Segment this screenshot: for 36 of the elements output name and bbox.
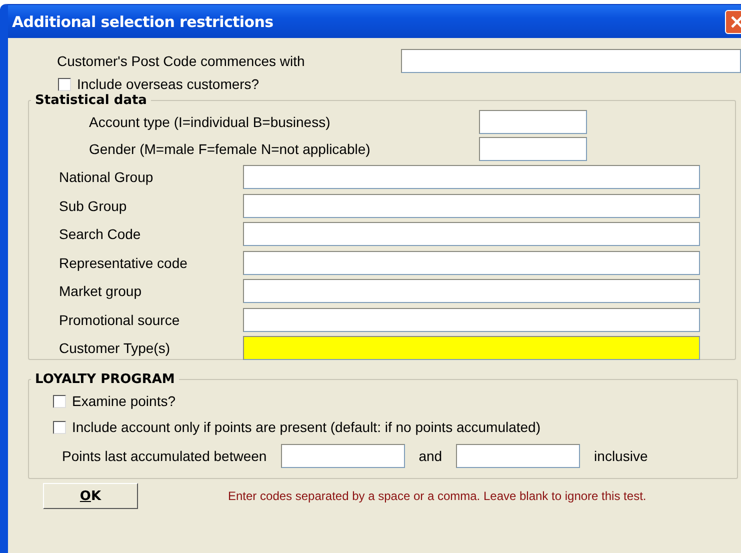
- field-label: Representative code: [59, 254, 188, 270]
- field-label: National Group: [59, 169, 154, 185]
- checkbox-label: Examine points?: [72, 393, 176, 409]
- input-field[interactable]: [401, 49, 741, 73]
- input-field[interactable]: [243, 279, 700, 303]
- field-label: Sub Group: [59, 198, 128, 214]
- input-field[interactable]: [479, 137, 587, 161]
- group-title: Statistical data: [34, 93, 148, 108]
- input-field[interactable]: [243, 165, 700, 189]
- close-icon: [730, 14, 741, 28]
- ok-button[interactable]: OK: [43, 483, 138, 509]
- window-title: Additional selection restrictions: [12, 12, 274, 30]
- hint-text: Enter codes separated by a space or a comma. Leave blank to ignore this test.: [228, 489, 646, 503]
- field-label: Customer Type(s): [59, 340, 171, 356]
- field-label: inclusive: [594, 448, 648, 464]
- checkbox-box[interactable]: [53, 394, 66, 408]
- input-field[interactable]: [243, 250, 700, 274]
- checkbox-box[interactable]: [53, 420, 66, 434]
- checkbox-box[interactable]: [58, 78, 71, 90]
- field-label: Promotional source: [59, 312, 181, 328]
- input-field[interactable]: [479, 110, 587, 134]
- input-field[interactable]: [280, 444, 405, 468]
- input-field[interactable]: [456, 444, 580, 468]
- field-label: and: [418, 448, 442, 464]
- field-label: Gender (M=male F=female N=not applicable): [89, 141, 372, 157]
- group-title: LOYALTY PROGRAM: [34, 372, 176, 387]
- input-field[interactable]: [243, 194, 700, 218]
- checkbox[interactable]: Examine points?: [53, 393, 176, 409]
- input-field[interactable]: [243, 336, 700, 360]
- field-label: Points last accumulated between: [62, 448, 267, 464]
- field-label: Market group: [59, 283, 142, 299]
- field-label: Search Code: [59, 226, 142, 242]
- input-field[interactable]: [243, 308, 700, 332]
- input-field[interactable]: [243, 222, 700, 246]
- field-label: Account type (I=individual B=business): [89, 114, 332, 130]
- field-label: Customer's Post Code commences with: [57, 53, 306, 69]
